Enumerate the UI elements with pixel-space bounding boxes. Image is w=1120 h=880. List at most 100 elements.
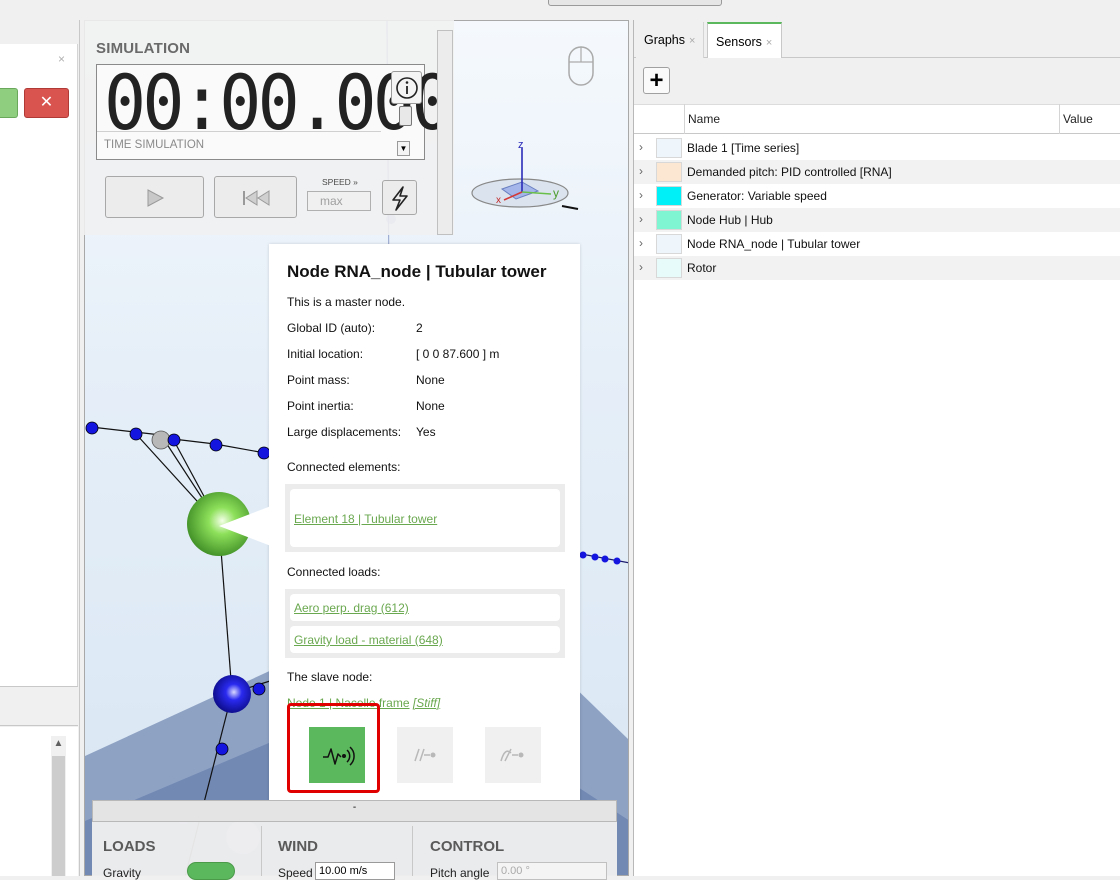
node-marker[interactable] (252, 682, 266, 696)
connected-element-item: Element 18 | Tubular tower (290, 489, 560, 547)
connected-load-item: Aero perp. drag (612) (290, 594, 560, 621)
prop-value-large-disp: Yes (416, 425, 436, 439)
close-icon[interactable]: × (766, 37, 772, 49)
sensor-name: Node RNA_node | Tubular tower (687, 237, 861, 251)
blade-line (214, 443, 266, 454)
connected-load-link[interactable]: Gravity load - material (648) (294, 633, 443, 647)
prop-value-global-id: 2 (416, 321, 423, 335)
connected-load-link[interactable]: Aero perp. drag (612) (294, 601, 409, 615)
left-upper-pane: × ✕ (0, 44, 78, 704)
node-marker[interactable] (215, 742, 229, 756)
tab-sensors[interactable]: Sensors × (707, 22, 782, 59)
sensor-color-swatch[interactable] (656, 138, 682, 158)
chevron-down-icon[interactable]: ▼ (397, 141, 410, 156)
lock-icon[interactable] (399, 106, 412, 126)
confirm-button[interactable] (0, 88, 18, 118)
clock-divider (97, 131, 381, 132)
connected-load-item: Gravity load - material (648) (290, 626, 560, 653)
constraint-icon (500, 748, 524, 762)
slave-node-constraint[interactable]: [Stiff] (413, 696, 440, 710)
node-marker[interactable] (601, 555, 609, 563)
sensor-name: Node Hub | Hub (687, 213, 773, 227)
divider (261, 826, 262, 876)
chevron-right-icon[interactable]: › (639, 236, 643, 250)
column-divider[interactable] (684, 104, 685, 134)
info-icon (396, 77, 418, 99)
chevron-right-icon[interactable]: › (639, 260, 643, 274)
chevron-right-icon[interactable]: › (639, 164, 643, 178)
wind-speed-input[interactable]: 10.00 m/s (315, 862, 395, 880)
axis-x-label: x (496, 195, 501, 206)
axes-orientation-widget[interactable]: z y x (466, 136, 586, 219)
popup-title: Node RNA_node | Tubular tower (287, 262, 547, 281)
chevron-right-icon[interactable]: › (639, 188, 643, 202)
cancel-button[interactable]: ✕ (24, 88, 69, 118)
add-sensor-toolbar-button[interactable]: + (643, 67, 670, 94)
tab-graphs[interactable]: Graphs × (636, 22, 704, 58)
control-title: CONTROL (430, 838, 505, 855)
prop-value-inertia: None (416, 399, 445, 413)
gravity-toggle[interactable] (187, 862, 235, 880)
close-icon[interactable]: × (58, 52, 65, 66)
node-marker[interactable] (613, 557, 621, 565)
info-button[interactable] (391, 71, 422, 104)
node-marker[interactable] (579, 551, 587, 559)
connected-element-link[interactable]: Element 18 | Tubular tower (294, 512, 437, 526)
tower-node-sphere[interactable] (213, 675, 251, 713)
slave-node-title: The slave node: (287, 670, 373, 684)
prop-label-global-id: Global ID (auto): (287, 321, 376, 335)
gravity-label: Gravity (103, 866, 142, 880)
chevron-right-icon[interactable]: › (639, 212, 643, 226)
panel-splitter[interactable] (437, 30, 453, 235)
time-simulation-label: TIME SIMULATION (104, 139, 205, 151)
sensor-color-swatch[interactable] (656, 258, 682, 278)
node-marker[interactable] (167, 433, 181, 447)
mouse-icon (567, 45, 597, 92)
sensor-name: Generator: Variable speed (687, 189, 827, 203)
sensor-color-swatch[interactable] (656, 186, 682, 206)
axis-y-label: y (553, 186, 559, 200)
sensor-color-swatch[interactable] (656, 210, 682, 230)
prop-label-location: Initial location: (287, 347, 364, 361)
column-divider[interactable] (1059, 104, 1060, 134)
node-marker[interactable] (209, 438, 223, 452)
node-marker[interactable] (129, 427, 143, 441)
pitch-angle-input[interactable]: 0.00 ° (497, 862, 607, 880)
rewind-button[interactable] (214, 176, 297, 218)
speed-input[interactable]: max (307, 191, 371, 211)
bottom-splitter[interactable]: - (92, 800, 617, 822)
add-load-button[interactable] (397, 727, 453, 783)
pitch-angle-label: Pitch angle (430, 866, 490, 880)
hub-node[interactable] (151, 430, 171, 450)
play-button[interactable] (105, 176, 204, 218)
tab-label: Graphs (644, 33, 685, 47)
left-scrollbar-thumb[interactable] (52, 756, 65, 876)
close-icon[interactable]: × (689, 35, 695, 47)
divider (412, 826, 413, 876)
scroll-up-icon[interactable]: ▲ (51, 738, 66, 754)
axis-z-label: z (518, 139, 524, 151)
fast-mode-button[interactable] (382, 180, 417, 215)
wind-speed-label: Speed (278, 866, 313, 880)
sensor-color-swatch[interactable] (656, 162, 682, 182)
sensor-name: Blade 1 [Time series] (687, 141, 800, 155)
sensor-name: Demanded pitch: PID controlled [RNA] (687, 165, 892, 179)
prop-label-large-disp: Large displacements: (287, 425, 402, 439)
top-toolbar-button[interactable] (548, 0, 722, 6)
prop-label-mass: Point mass: (287, 373, 350, 387)
master-node-text: This is a master node. (287, 295, 406, 309)
add-constraint-button[interactable] (485, 727, 541, 783)
column-header-name[interactable]: Name (688, 112, 720, 126)
chevron-right-icon[interactable]: › (639, 140, 643, 154)
prop-value-location: [ 0 0 87.600 ] m (416, 347, 500, 361)
prop-value-mass: None (416, 373, 445, 387)
simulation-title: SIMULATION (96, 40, 191, 57)
load-icon (414, 748, 436, 762)
tab-label: Sensors (716, 35, 762, 49)
sensor-color-swatch[interactable] (656, 234, 682, 254)
column-header-value[interactable]: Value (1063, 112, 1093, 126)
sensor-name: Rotor (687, 261, 717, 275)
node-marker[interactable] (591, 553, 599, 561)
connected-elements-box: Element 18 | Tubular tower (285, 484, 565, 552)
node-marker[interactable] (85, 421, 99, 435)
